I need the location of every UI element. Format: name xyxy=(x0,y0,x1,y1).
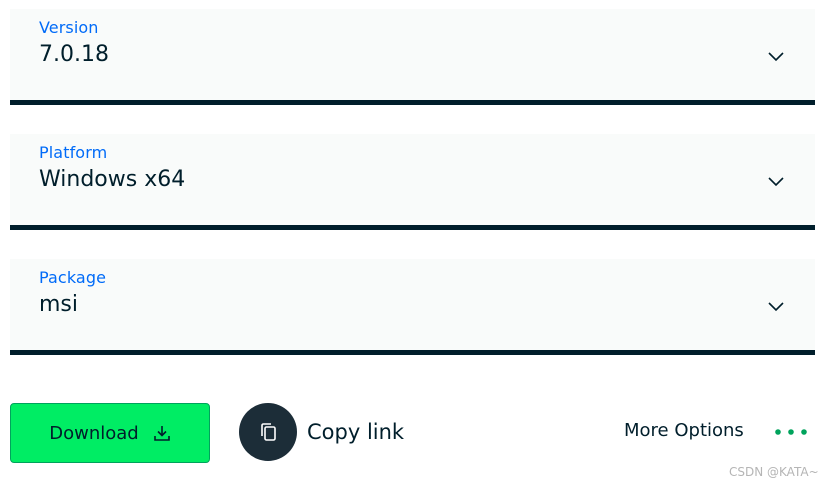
package-value: msi xyxy=(39,292,79,317)
copy-link-button[interactable]: Copy link xyxy=(239,403,404,461)
copy-link-label: Copy link xyxy=(307,420,405,444)
more-options-link[interactable]: More Options xyxy=(624,420,744,441)
chevron-down-icon xyxy=(768,302,784,312)
version-select[interactable]: Version 7.0.18 xyxy=(10,9,815,105)
download-button[interactable]: Download xyxy=(10,403,210,463)
more-dots-icon[interactable] xyxy=(773,425,811,439)
package-select[interactable]: Package msi xyxy=(10,259,815,355)
version-value: 7.0.18 xyxy=(39,42,109,67)
platform-label: Platform xyxy=(39,143,108,162)
copy-icon-circle xyxy=(239,403,297,461)
chevron-down-icon xyxy=(768,177,784,187)
version-label: Version xyxy=(39,18,99,37)
platform-select[interactable]: Platform Windows x64 xyxy=(10,134,815,230)
copy-icon xyxy=(261,423,276,441)
chevron-down-icon xyxy=(768,52,784,62)
download-icon xyxy=(153,426,170,441)
watermark: CSDN @KATA~ xyxy=(729,465,819,479)
package-label: Package xyxy=(39,268,107,287)
download-button-label: Download xyxy=(49,422,139,444)
platform-value: Windows x64 xyxy=(39,167,186,192)
